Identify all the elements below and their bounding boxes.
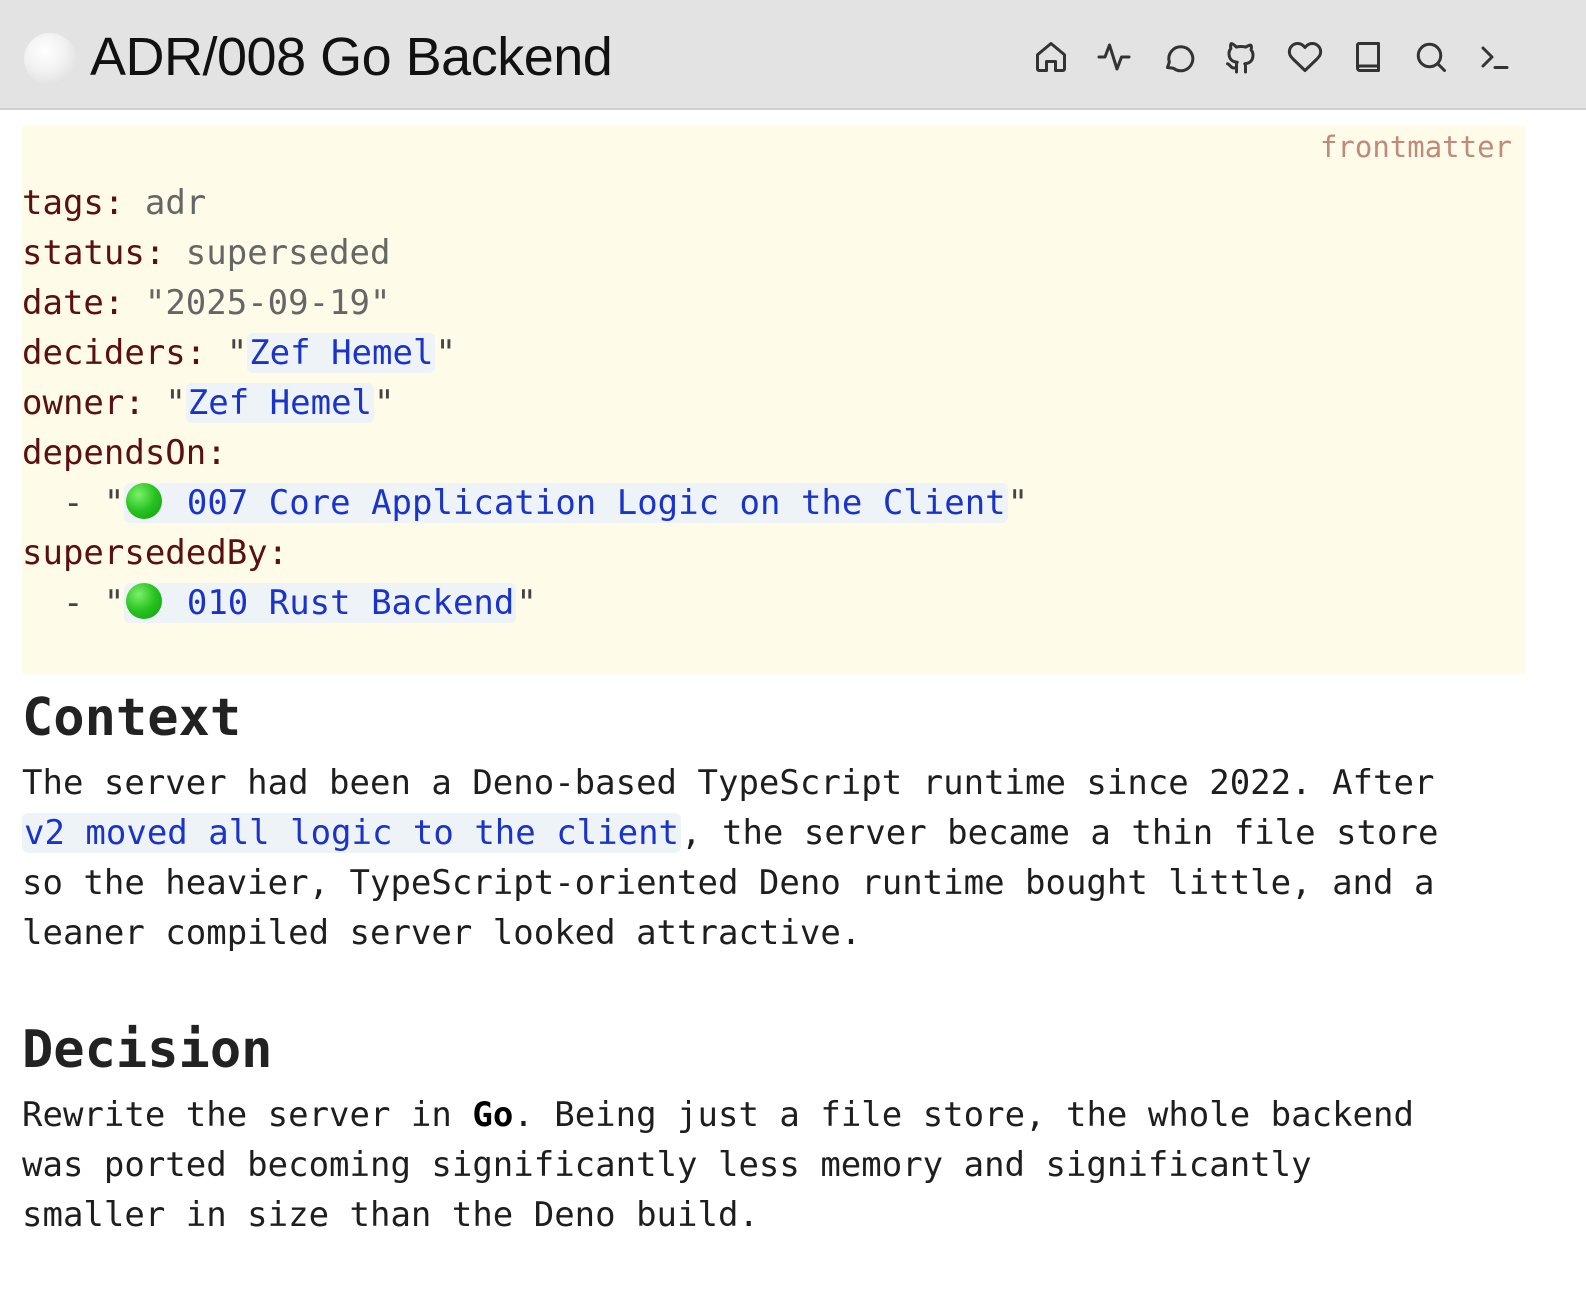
decision-bold-go: Go: [472, 1095, 514, 1135]
decision-line-3: smaller in size than the Deno build.: [22, 1195, 759, 1235]
context-link[interactable]: v2 moved all logic to the client: [22, 813, 682, 853]
fm-key: dependsOn:: [22, 433, 227, 473]
fm-value: superseded: [185, 233, 391, 273]
search-button[interactable]: [1404, 30, 1458, 84]
fm-quote: ": [1007, 483, 1029, 523]
terminal-button[interactable]: [1468, 30, 1522, 84]
frontmatter-block[interactable]: frontmatter tags: adr status: superseded…: [22, 126, 1526, 674]
action-toolbar: [1024, 30, 1531, 84]
chat-button[interactable]: [1151, 30, 1205, 84]
wiki-link-label: 007 Core Application Logic on the Client: [186, 483, 1006, 523]
github-button[interactable]: [1214, 30, 1268, 84]
context-paragraph: The server had been a Deno-based TypeScr…: [22, 758, 1522, 958]
decision-paragraph: Rewrite the server in Go. Being just a f…: [22, 1090, 1522, 1240]
wiki-link-zef-hemel[interactable]: Zef Hemel: [247, 333, 436, 373]
activity-icon: [1097, 43, 1131, 71]
fm-tags-line: tags: adr: [22, 178, 1028, 228]
activity-button[interactable]: [1087, 30, 1141, 84]
page-title[interactable]: ADR/008 Go Backend: [90, 22, 613, 92]
fm-deciders-line: deciders: "Zef Hemel": [22, 328, 1028, 378]
fm-date-line: date: "2025-09-19": [22, 278, 1028, 328]
fm-dependson-item: - " 007 Core Application Logic on the Cl…: [22, 478, 1028, 528]
heart-icon: [1287, 41, 1322, 72]
green-status-dot-icon: [126, 483, 163, 519]
github-icon: [1226, 42, 1255, 74]
fm-status-line: status: superseded: [22, 228, 1028, 278]
fm-quote: ": [226, 333, 248, 373]
fm-key: status:: [22, 233, 166, 273]
wiki-link-adr-010[interactable]: 010 Rust Backend: [124, 583, 517, 623]
fm-key: date:: [22, 283, 125, 323]
decision-line-1-pre: Rewrite the server in: [22, 1095, 473, 1135]
search-icon: [1417, 42, 1447, 72]
context-line-3: so the heavier, TypeScript-oriented Deno…: [22, 863, 1435, 903]
list-dash: -: [22, 583, 104, 623]
page-status-icon[interactable]: [24, 33, 76, 85]
fm-quote: ": [374, 383, 395, 423]
context-line-4: leaner compiled server looked attractive…: [22, 913, 862, 953]
fm-key: tags:: [22, 183, 125, 223]
wiki-link-zef-hemel[interactable]: Zef Hemel: [185, 383, 375, 423]
context-heading: Context: [22, 688, 242, 748]
frontmatter-lines: tags: adr status: superseded date: "2025…: [22, 178, 1028, 628]
wiki-link-label: 010 Rust Backend: [186, 583, 515, 623]
decision-line-2: was ported becoming significantly less m…: [22, 1145, 1312, 1185]
fm-quote: ": [516, 583, 537, 623]
top-bar: ADR/008 Go Backend: [0, 0, 1586, 110]
decision-heading: Decision: [22, 1020, 273, 1080]
book-icon: [1355, 42, 1380, 72]
context-line-1: The server had been a Deno-based TypeScr…: [22, 763, 1435, 803]
library-button[interactable]: [1341, 30, 1395, 84]
fm-value: "2025-09-19": [144, 283, 391, 323]
fm-key: deciders:: [22, 333, 207, 373]
fm-quote: ": [103, 583, 125, 623]
fm-owner-line: owner: "Zef Hemel": [22, 378, 1028, 428]
fm-quote: ": [165, 383, 186, 423]
wiki-link-adr-007[interactable]: 007 Core Application Logic on the Client: [124, 483, 1008, 523]
fm-quote: ": [103, 483, 125, 523]
fm-supersededby-item: - " 010 Rust Backend": [22, 578, 1028, 628]
fm-dependson-line: dependsOn:: [22, 428, 1028, 478]
favorites-button[interactable]: [1278, 30, 1332, 84]
fm-key: supersededBy:: [22, 533, 289, 573]
green-status-dot-icon: [126, 583, 163, 619]
fm-value: adr: [144, 183, 207, 223]
fm-supersededby-line: supersededBy:: [22, 528, 1028, 578]
home-icon: [1036, 42, 1066, 72]
terminal-icon: [1481, 46, 1509, 69]
decision-line-1-post: . Being just a file store, the whole bac…: [513, 1095, 1414, 1135]
chat-icon: [1165, 45, 1195, 73]
frontmatter-label: frontmatter: [1319, 130, 1512, 164]
context-line-2: , the server became a thin file store: [681, 813, 1439, 853]
home-button[interactable]: [1024, 30, 1078, 84]
list-dash: -: [22, 483, 104, 523]
fm-key: owner:: [22, 383, 145, 423]
fm-quote: ": [435, 333, 456, 373]
